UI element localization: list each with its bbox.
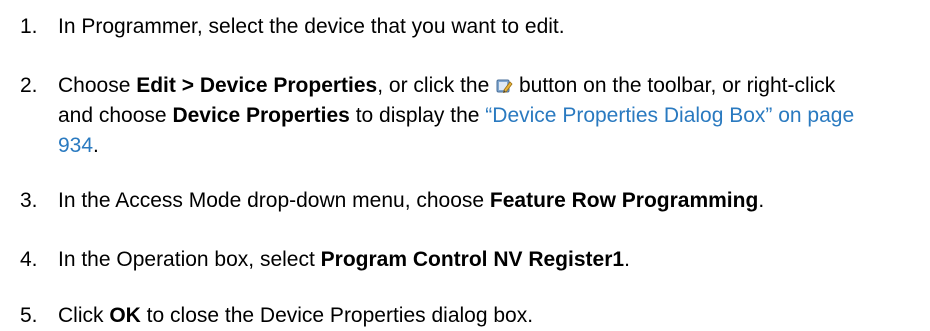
device-properties-icon (495, 77, 513, 95)
ok-label: OK (109, 304, 141, 327)
step-5: 5. Click OK to close the Device Properti… (0, 301, 930, 331)
step-text: In the Access Mode drop-down menu, choos… (58, 189, 765, 212)
step-number: 5. (20, 304, 38, 327)
step-3: 3. In the Access Mode drop-down menu, ch… (0, 186, 930, 216)
step-text: In the Operation box, select Program Con… (58, 248, 630, 271)
operation-name: Program Control NV Register1 (320, 248, 625, 271)
step-4: 4. In the Operation box, select Program … (0, 245, 930, 275)
step-text: Choose Edit > Device Properties, or clic… (58, 74, 855, 157)
menu-item-name: Device Properties (172, 104, 350, 127)
step-number: 3. (20, 189, 38, 212)
step-text: In Programmer, select the device that yo… (58, 15, 565, 38)
option-name: Feature Row Programming (489, 189, 759, 212)
step-text: Click OK to close the Device Properties … (58, 304, 534, 327)
step-number: 1. (20, 15, 38, 38)
step-number: 2. (20, 74, 38, 97)
menu-path: Edit > Device Properties (136, 74, 378, 97)
step-2: 2. Choose Edit > Device Properties, or c… (0, 71, 930, 161)
step-1: 1. In Programmer, select the device that… (0, 12, 930, 42)
step-number: 4. (20, 248, 38, 271)
